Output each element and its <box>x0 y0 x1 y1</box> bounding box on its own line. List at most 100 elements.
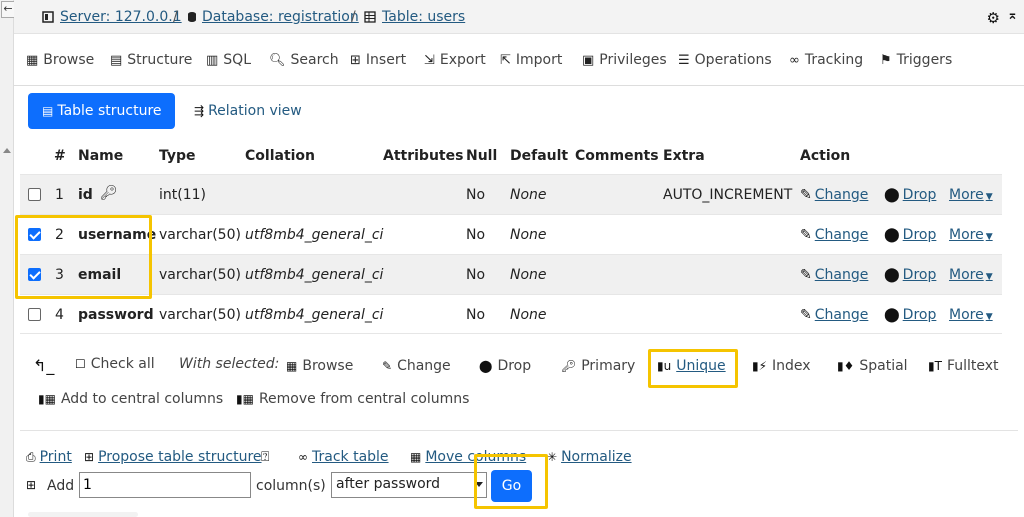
track-table-link[interactable]: ∞ Track table <box>298 449 389 465</box>
drop-link[interactable]: ⬤ Drop <box>884 267 936 283</box>
print-link[interactable]: ⎙ Print <box>26 449 72 465</box>
help-icon[interactable]: ⍰ <box>261 449 269 465</box>
drop-link[interactable]: ⬤ Drop <box>884 227 936 243</box>
printer-icon: ⎙ <box>26 450 36 464</box>
tab-triggers[interactable]: ⚑ Triggers <box>880 52 952 68</box>
column-name[interactable]: password <box>78 307 154 323</box>
collapse-top-icon[interactable]: ⌅ <box>1007 8 1018 23</box>
tab-insert[interactable]: ⊞ Insert <box>350 52 406 68</box>
more-label: More <box>949 307 984 323</box>
change-link[interactable]: ✎ Change <box>800 267 868 283</box>
column-header-number: # <box>54 148 66 164</box>
change-link[interactable]: ✎ Change <box>800 307 868 323</box>
spatial-icon: ▮♦ <box>837 359 855 373</box>
tab-browse[interactable]: ▦ Browse <box>26 52 94 68</box>
column-name[interactable]: id <box>78 187 93 203</box>
remove-central-columns-button[interactable]: ▮▦ Remove from central columns <box>236 391 469 407</box>
bulk-drop-button[interactable]: ⬤ Drop <box>479 358 531 374</box>
tab-label: Insert <box>365 52 407 68</box>
breadcrumb-server-link[interactable]: Server: 127.0.0.1 <box>60 9 182 25</box>
tab-privileges[interactable]: ▣ Privileges <box>582 52 667 68</box>
change-label: Change <box>814 307 869 323</box>
bulk-index-button[interactable]: ▮⚡ Index <box>752 358 811 374</box>
checkbox-icon: ☐ <box>75 357 86 371</box>
central-columns-icon: ▮▦ <box>236 392 254 406</box>
change-link[interactable]: ✎ Change <box>800 187 868 203</box>
tab-import[interactable]: ⇱ Import <box>500 52 562 68</box>
row-checkbox[interactable] <box>28 268 41 281</box>
column-position-value: after password <box>336 476 441 492</box>
tab-label: Tracking <box>804 52 864 68</box>
column-header-type: Type <box>159 148 196 164</box>
go-button[interactable]: Go <box>491 470 532 502</box>
breadcrumb-table-link[interactable]: Table: users <box>382 9 465 25</box>
footer-shadow <box>28 512 138 517</box>
index-icon: ▮⚡ <box>752 359 768 373</box>
more-dropdown[interactable]: More ▼ <box>949 267 993 283</box>
tab-label: Operations <box>694 52 772 68</box>
normalize-link[interactable]: ✳ Normalize <box>547 449 632 465</box>
column-default: None <box>510 307 547 323</box>
row-number: 4 <box>55 307 64 323</box>
tracking-icon: ∞ <box>789 53 800 68</box>
bulk-change-button[interactable]: ✎ Change <box>382 358 451 374</box>
row-checkbox[interactable] <box>28 308 41 321</box>
add-column-count-input[interactable] <box>79 472 251 498</box>
column-null: No <box>466 187 486 203</box>
breadcrumb-database-link[interactable]: Database: registration <box>202 9 359 25</box>
column-header-comments: Comments <box>575 148 659 164</box>
table-row: 4 password varchar(50) utf8mb4_general_c… <box>20 294 1002 334</box>
collapse-navigation-button[interactable]: ← <box>1 1 15 18</box>
change-link[interactable]: ✎ Change <box>800 227 868 243</box>
more-dropdown[interactable]: More ▼ <box>949 187 993 203</box>
column-null: No <box>466 267 486 283</box>
bulk-fulltext-button[interactable]: ▮T Fulltext <box>928 358 999 374</box>
structure-icon: ▤ <box>42 104 54 118</box>
check-all-link[interactable]: ☐ Check all <box>75 356 155 372</box>
relation-view-link[interactable]: ⇶ Relation view <box>194 103 302 119</box>
tab-structure[interactable]: ▤ Structure <box>110 52 192 68</box>
bulk-primary-button[interactable]: 🔑︎ Primary <box>561 358 635 374</box>
caret-down-icon: ▼ <box>985 232 993 242</box>
column-header-extra: Extra <box>663 148 705 164</box>
drop-link[interactable]: ⬤ Drop <box>884 187 936 203</box>
column-name[interactable]: email <box>78 267 121 283</box>
more-dropdown[interactable]: More ▼ <box>949 307 993 323</box>
bulk-unique-button[interactable]: ▮u Unique <box>657 358 726 374</box>
breadcrumb-separator: / <box>351 9 356 25</box>
tab-label: Structure <box>127 52 193 68</box>
column-header-name: Name <box>78 148 124 164</box>
more-dropdown[interactable]: More ▼ <box>949 227 993 243</box>
row-number: 3 <box>55 267 64 283</box>
import-icon: ⇱ <box>500 53 511 68</box>
add-central-columns-button[interactable]: ▮▦ Add to central columns <box>38 391 223 407</box>
column-default: None <box>510 187 547 203</box>
pencil-icon: ✎ <box>382 359 393 373</box>
tab-tracking[interactable]: ∞ Tracking <box>789 52 863 68</box>
privileges-icon: ▣ <box>582 53 595 68</box>
tab-sql[interactable]: ▥ SQL <box>206 52 251 68</box>
scroll-up-arrow-icon[interactable] <box>3 148 11 153</box>
bulk-browse-label: Browse <box>302 358 354 374</box>
column-null: No <box>466 307 486 323</box>
bulk-browse-button[interactable]: ▦ Browse <box>286 358 353 374</box>
column-name[interactable]: username <box>78 227 156 243</box>
primary-key-icon: 🔑︎ <box>100 185 118 201</box>
change-label: Change <box>814 187 869 203</box>
column-position-select[interactable]: after password <box>331 472 487 498</box>
propose-structure-link[interactable]: ⊞ Propose table structure <box>84 449 262 465</box>
drop-link[interactable]: ⬤ Drop <box>884 307 936 323</box>
check-all-label: Check all <box>90 356 155 372</box>
tab-operations[interactable]: ☰ Operations <box>678 52 772 68</box>
database-icon <box>188 12 196 22</box>
bulk-spatial-button[interactable]: ▮♦ Spatial <box>837 358 908 374</box>
tab-search[interactable]: 🔍︎ Search <box>269 52 339 68</box>
table-structure-button[interactable]: ▤ Table structure <box>28 93 175 129</box>
row-checkbox[interactable] <box>28 188 41 201</box>
gear-icon[interactable]: ⚙ <box>987 9 1000 27</box>
add-column-icon: ⊞ <box>26 478 37 492</box>
column-type: varchar(50) <box>159 227 241 243</box>
tab-export[interactable]: ⇲ Export <box>424 52 486 68</box>
move-columns-link[interactable]: ▦ Move columns <box>410 449 526 465</box>
row-checkbox[interactable] <box>28 228 41 241</box>
